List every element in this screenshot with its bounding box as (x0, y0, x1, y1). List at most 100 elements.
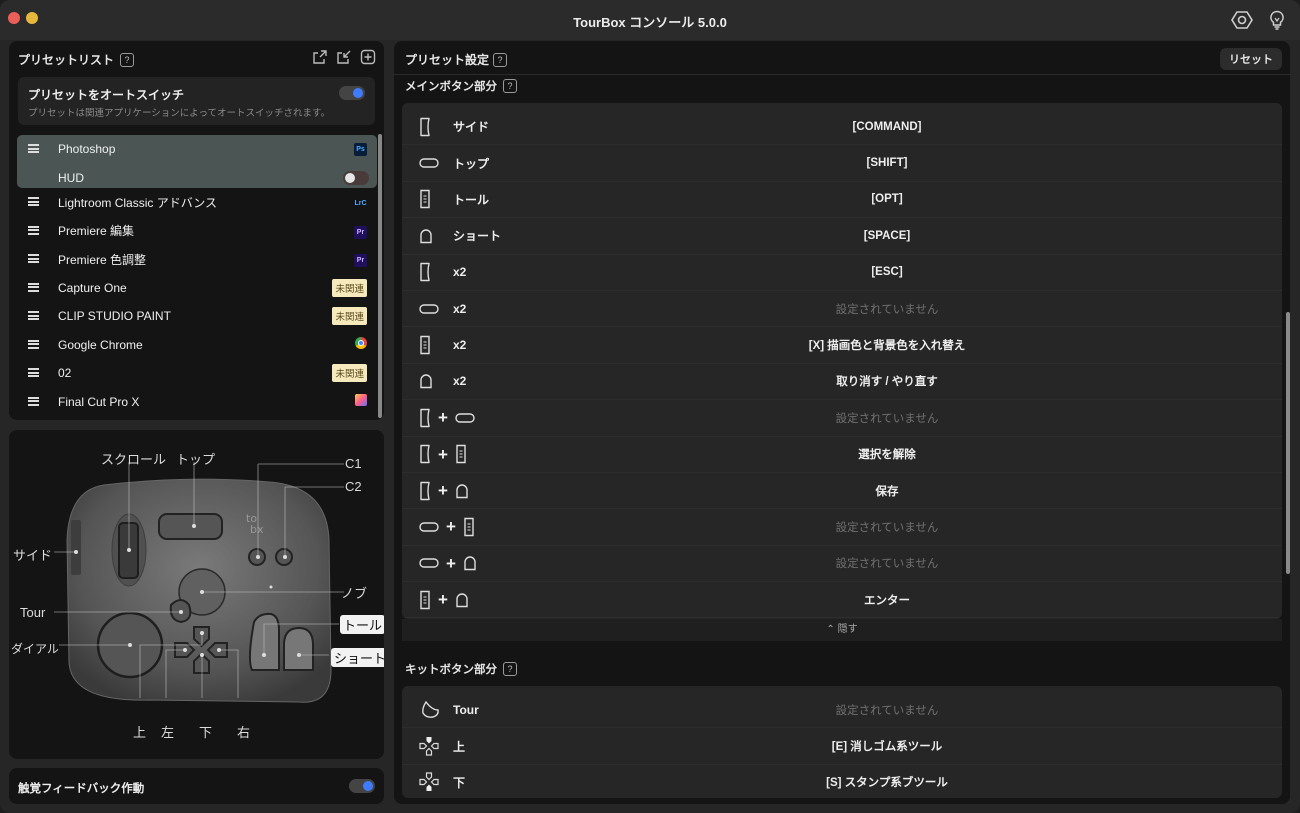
scrollbar-thumb[interactable] (378, 134, 382, 418)
scrollbar-thumb[interactable] (1286, 312, 1290, 574)
haptic-toggle[interactable] (349, 779, 375, 793)
haptic-label: 触覚フィードバック作動 (18, 783, 145, 795)
preset-list-scrollbar[interactable] (378, 134, 382, 418)
label-scroll: スクロール (101, 452, 167, 467)
button-combo (419, 157, 439, 169)
button-combo (419, 303, 439, 315)
assigned-action: 選択を解除 (858, 449, 916, 462)
button-mapping-row[interactable]: トップ [SHIFT] (402, 145, 1282, 182)
auto-switch-toggle[interactable] (339, 86, 365, 100)
assigned-action: [COMMAND] (852, 120, 922, 133)
preset-item[interactable]: Final Cut Pro X (17, 388, 377, 417)
hud-label: HUD (58, 170, 84, 185)
dpad-up-icon (419, 736, 439, 756)
button-label: x2 (453, 374, 467, 389)
assigned-action: [S] スタンプ系ブツール (826, 777, 948, 790)
button-mapping-row[interactable]: トール [OPT] (402, 182, 1282, 219)
help-icon[interactable]: ? (503, 79, 517, 93)
label-c1: C1 (345, 456, 362, 471)
assigned-action: 設定されていません (835, 558, 939, 571)
assigned-action: 設定されていません (835, 303, 939, 316)
button-mapping-row[interactable]: x2 取り消す / やり直す (402, 364, 1282, 401)
button-label: トール (453, 192, 490, 207)
svg-text:bx: bx (250, 523, 264, 536)
app-title: TourBox コンソール 5.0.0 (573, 15, 727, 30)
button-label: x2 (453, 265, 467, 280)
settings-scrollbar[interactable] (1286, 312, 1291, 574)
plus-icon: + (446, 553, 456, 573)
button-mapping-row[interactable]: + 設定されていません (402, 546, 1282, 583)
plus-icon: + (446, 517, 456, 537)
help-icon[interactable]: ? (493, 52, 508, 67)
button-mapping-row[interactable]: + 設定されていません (402, 400, 1282, 437)
preset-actions (312, 49, 376, 65)
button-mapping-row[interactable]: 下 [S] スタンプ系ブツール (402, 765, 1282, 798)
drag-handle-icon[interactable] (28, 282, 39, 292)
app-icon: Pr (354, 251, 367, 268)
hud-toggle[interactable] (343, 170, 369, 185)
main-section-title: メインボタン部分 (405, 81, 497, 93)
drag-handle-icon[interactable] (28, 396, 39, 406)
short-button-icon (455, 483, 469, 499)
button-mapping-row[interactable]: + エンター (402, 582, 1282, 619)
button-mapping-row[interactable]: Tour 設定されていません (402, 692, 1282, 729)
button-label: Tour (453, 702, 479, 717)
top-button (158, 513, 223, 540)
preset-item[interactable]: Lightroom Classic アドバンス LrC (17, 188, 377, 217)
help-icon[interactable]: ? (503, 662, 517, 676)
reset-button[interactable]: リセット (1220, 48, 1282, 70)
drag-handle-icon[interactable] (28, 225, 39, 235)
preset-name: CLIP STUDIO PAINT (58, 309, 171, 324)
preset-item-active[interactable]: Photoshop Ps HUD (17, 135, 377, 188)
import-icon[interactable] (336, 49, 352, 65)
drag-handle-icon[interactable] (28, 144, 39, 153)
toggle-knob (363, 781, 373, 791)
drag-handle-icon[interactable] (28, 339, 39, 349)
add-icon[interactable] (360, 49, 376, 65)
preset-item[interactable]: Premiere 色調整 Pr (17, 245, 377, 274)
side-button-icon (419, 262, 431, 282)
drag-handle-icon[interactable] (28, 197, 39, 206)
preset-name: Capture One (58, 280, 127, 295)
unlinked-tag: 未関連 (332, 278, 367, 297)
plus-icon: + (438, 481, 448, 501)
button-mapping-row[interactable]: + 選択を解除 (402, 437, 1282, 473)
preset-item-photoshop[interactable]: Photoshop Ps (17, 135, 377, 164)
button-mapping-row[interactable]: ショート [SPACE] (402, 218, 1282, 255)
assigned-action: [X] 描画色と背景色を入れ替え (808, 340, 966, 353)
export-icon[interactable] (312, 49, 328, 65)
button-mapping-row[interactable]: x2 [ESC] (402, 255, 1282, 291)
top-button-icon (419, 521, 439, 533)
preset-list-title: プリセットリスト (18, 53, 115, 67)
button-mapping-row[interactable]: 上 [E] 消しゴム系ツール (402, 728, 1282, 765)
haptic-feedback-card: 触覚フィードバック作動 (9, 768, 384, 804)
preset-item[interactable]: 02 未関連 (17, 359, 377, 388)
drag-handle-icon[interactable] (28, 311, 39, 320)
button-mapping-row[interactable]: + 設定されていません (402, 509, 1282, 546)
button-mapping-row[interactable]: + 保存 (402, 473, 1282, 510)
preset-item[interactable]: Google Chrome (17, 331, 377, 360)
button-mapping-row[interactable]: x2 [X] 描画色と背景色を入れ替え (402, 327, 1282, 364)
kit-buttons-list: Tour 設定されていません上 [E] 消しゴム系ツール下 [S] スタンプ系ブツール (402, 686, 1282, 798)
top-button-icon (419, 557, 439, 569)
button-mapping-row[interactable]: サイド [COMMAND] (402, 109, 1282, 146)
button-label: 下 (453, 775, 466, 790)
unlinked-tag: 未関連 (332, 364, 367, 383)
plus-icon: + (438, 590, 448, 610)
help-icon[interactable]: ? (120, 52, 135, 67)
button-mapping-row[interactable]: x2 設定されていません (402, 291, 1282, 328)
drag-handle-icon[interactable] (28, 254, 39, 263)
preset-item[interactable]: Capture One 未関連 (17, 274, 377, 303)
preset-items: Lightroom Classic アドバンス LrC Premiere 編集 Pr P… (17, 188, 377, 416)
collapse-button[interactable]: ⌃ 隠す (402, 619, 1282, 641)
preset-item[interactable]: CLIP STUDIO PAINT 未関連 (17, 302, 377, 331)
drag-handle-icon[interactable] (28, 368, 39, 377)
preset-item[interactable]: Premiere 編集 Pr (17, 217, 377, 246)
preset-name: Premiere 色調整 (58, 252, 147, 267)
label-tour: Tour (20, 605, 46, 620)
lightbulb-icon[interactable] (1266, 9, 1288, 31)
button-combo: + (419, 590, 469, 610)
device-diagram-panel: to bx スクロール トップ C1 C2 サイド ノブ Tour トール ダイ… (9, 430, 384, 759)
button-combo (419, 335, 431, 355)
hex-gear-icon[interactable] (1231, 9, 1253, 31)
